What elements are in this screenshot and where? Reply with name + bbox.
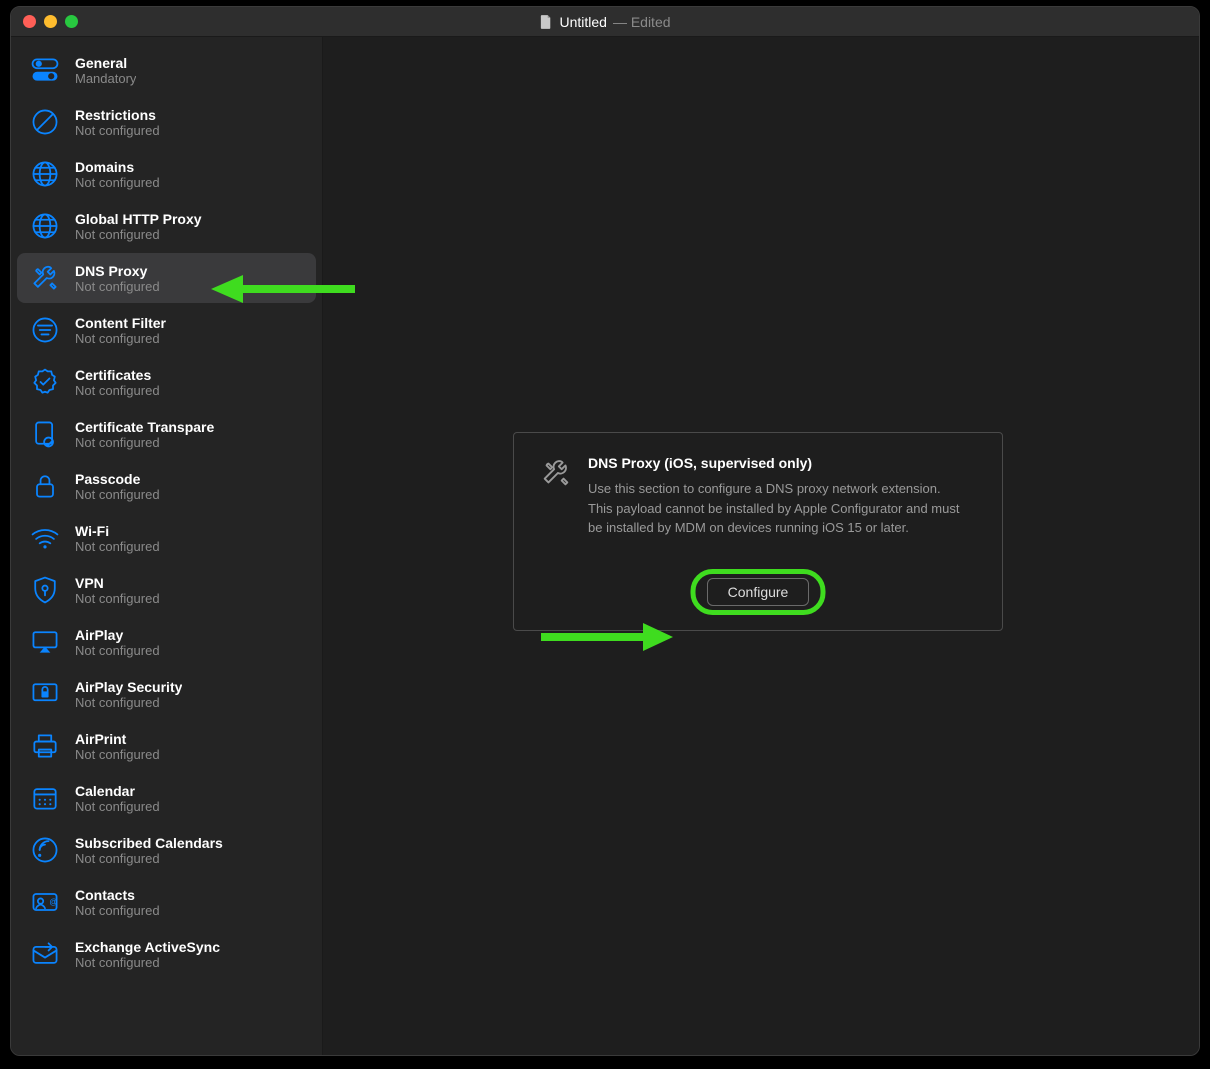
sidebar-item-restrictions[interactable]: RestrictionsNot configured (17, 97, 316, 147)
sidebar-item-content-filter[interactable]: Content FilterNot configured (17, 305, 316, 355)
sidebar-item-sublabel: Not configured (75, 539, 160, 554)
subscribed-icon (27, 832, 63, 868)
cert-doc-icon (27, 416, 63, 452)
window: Untitled — Edited GeneralMandatoryRestri… (10, 6, 1200, 1056)
sidebar-item-label: AirPlay (75, 627, 160, 643)
sidebar-item-contacts[interactable]: @ ContactsNot configured (17, 877, 316, 927)
sidebar-item-sublabel: Not configured (75, 383, 160, 398)
airplay-lock-icon (27, 676, 63, 712)
sidebar-item-airprint[interactable]: AirPrintNot configured (17, 721, 316, 771)
panel-title: DNS Proxy (iOS, supervised only) (588, 455, 968, 471)
sidebar-item-label: General (75, 55, 136, 71)
titlebar: Untitled — Edited (11, 7, 1199, 37)
sidebar-item-label: AirPlay Security (75, 679, 182, 695)
shield-icon (27, 572, 63, 608)
exchange-icon (27, 936, 63, 972)
sidebar-item-label: Wi-Fi (75, 523, 160, 539)
sidebar-item-label: Certificate Transpare (75, 419, 214, 435)
close-button[interactable] (23, 15, 36, 28)
sidebar-item-sublabel: Not configured (75, 331, 166, 346)
sidebar-item-label: DNS Proxy (75, 263, 160, 279)
sidebar-item-sublabel: Not configured (75, 851, 223, 866)
sidebar-item-label: Content Filter (75, 315, 166, 331)
sidebar-item-vpn[interactable]: VPNNot configured (17, 565, 316, 615)
sidebar-item-label: AirPrint (75, 731, 160, 747)
sidebar-item-general[interactable]: GeneralMandatory (17, 45, 316, 95)
sidebar-item-passcode[interactable]: PasscodeNot configured (17, 461, 316, 511)
sidebar-item-label: Exchange ActiveSync (75, 939, 220, 955)
sidebar-item-sublabel: Not configured (75, 591, 160, 606)
sidebar-item-airplay[interactable]: AirPlayNot configured (17, 617, 316, 667)
sidebar-item-domains[interactable]: DomainsNot configured (17, 149, 316, 199)
cert-badge-icon (27, 364, 63, 400)
sidebar-item-wi-fi[interactable]: Wi-FiNot configured (17, 513, 316, 563)
sidebar-item-sublabel: Not configured (75, 695, 182, 710)
filter-icon (27, 312, 63, 348)
zoom-button[interactable] (65, 15, 78, 28)
lock-icon (27, 468, 63, 504)
toggle-icon (27, 52, 63, 88)
sidebar-item-label: Contacts (75, 887, 160, 903)
sidebar-item-label: Subscribed Calendars (75, 835, 223, 851)
title-suffix: — Edited (613, 14, 671, 30)
wrench-icon (538, 455, 574, 491)
wifi-icon (27, 520, 63, 556)
sidebar-item-calendar[interactable]: CalendarNot configured (17, 773, 316, 823)
sidebar-item-sublabel: Not configured (75, 903, 160, 918)
title-text: Untitled (559, 14, 606, 30)
sidebar-item-dns-proxy[interactable]: DNS ProxyNot configured (17, 253, 316, 303)
sidebar-item-subscribed-calendars[interactable]: Subscribed CalendarsNot configured (17, 825, 316, 875)
traffic-lights (23, 15, 78, 28)
sidebar-item-sublabel: Not configured (75, 123, 160, 138)
sidebar-item-exchange-activesync[interactable]: Exchange ActiveSyncNot configured (17, 929, 316, 979)
sidebar-item-certificate-transpare[interactable]: Certificate TranspareNot configured (17, 409, 316, 459)
sidebar-item-sublabel: Not configured (75, 747, 160, 762)
sidebar-item-label: Calendar (75, 783, 160, 799)
sidebar-item-sublabel: Not configured (75, 799, 160, 814)
sidebar-list[interactable]: GeneralMandatoryRestrictionsNot configur… (11, 37, 322, 1055)
airplay-icon (27, 624, 63, 660)
printer-icon (27, 728, 63, 764)
sidebar-item-sublabel: Not configured (75, 487, 160, 502)
globe-icon (27, 156, 63, 192)
sidebar-item-sublabel: Not configured (75, 955, 220, 970)
sidebar-item-airplay-security[interactable]: AirPlay SecurityNot configured (17, 669, 316, 719)
sidebar-item-label: Domains (75, 159, 160, 175)
configure-button[interactable]: Configure (707, 578, 810, 606)
sidebar-item-certificates[interactable]: CertificatesNot configured (17, 357, 316, 407)
sidebar-item-sublabel: Mandatory (75, 71, 136, 86)
sidebar-item-label: VPN (75, 575, 160, 591)
globe-icon (27, 208, 63, 244)
sidebar-item-sublabel: Not configured (75, 279, 160, 294)
sidebar-item-sublabel: Not configured (75, 175, 160, 190)
contacts-icon: @ (27, 884, 63, 920)
nosign-icon (27, 104, 63, 140)
svg-text:@: @ (49, 898, 57, 907)
sidebar-item-sublabel: Not configured (75, 435, 214, 450)
sidebar: GeneralMandatoryRestrictionsNot configur… (11, 37, 323, 1055)
sidebar-item-label: Restrictions (75, 107, 160, 123)
sidebar-item-sublabel: Not configured (75, 227, 202, 242)
document-icon (539, 15, 553, 29)
sidebar-item-global-http-proxy[interactable]: Global HTTP ProxyNot configured (17, 201, 316, 251)
sidebar-item-label: Global HTTP Proxy (75, 211, 202, 227)
window-title: Untitled — Edited (11, 14, 1199, 30)
wrench-icon (27, 260, 63, 296)
panel-description: Use this section to configure a DNS prox… (588, 479, 968, 538)
calendar-icon (27, 780, 63, 816)
sidebar-item-label: Passcode (75, 471, 160, 487)
sidebar-item-label: Certificates (75, 367, 160, 383)
info-panel: DNS Proxy (iOS, supervised only) Use thi… (513, 432, 1003, 631)
main-area: DNS Proxy (iOS, supervised only) Use thi… (323, 37, 1199, 1055)
minimize-button[interactable] (44, 15, 57, 28)
sidebar-item-sublabel: Not configured (75, 643, 160, 658)
